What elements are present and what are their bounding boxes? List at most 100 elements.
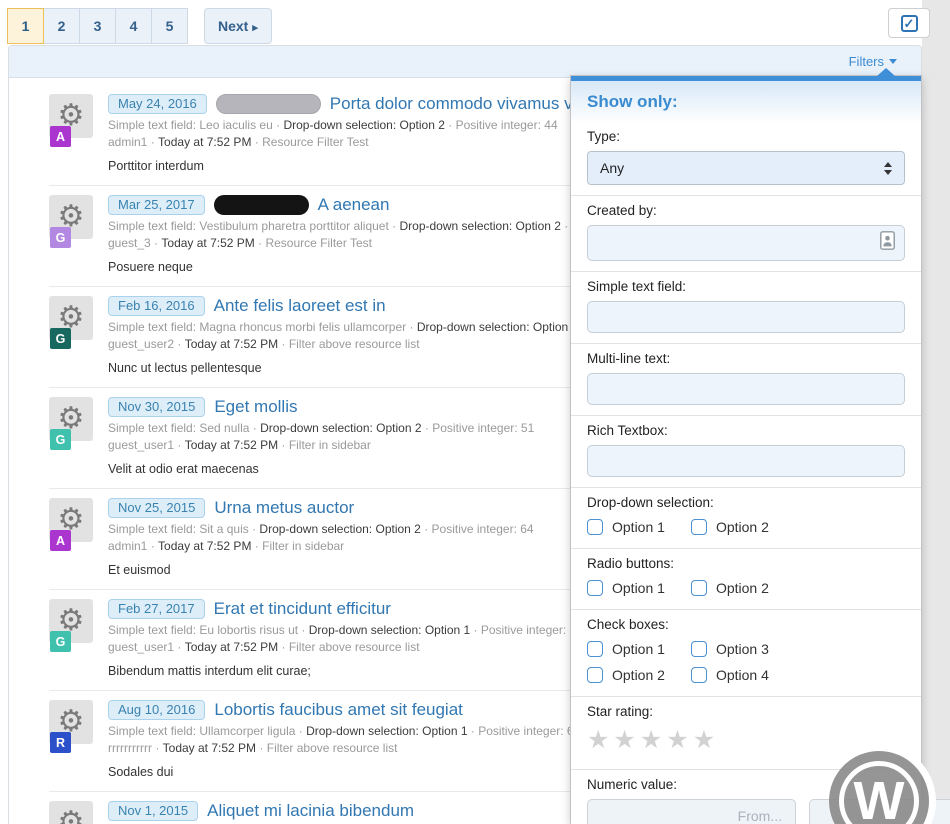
checkbox-icon[interactable] [587,641,603,657]
redacted-tag-pill [214,195,309,215]
created-by-input[interactable] [587,225,905,261]
filters-toggle-button[interactable]: Filters [849,54,897,69]
resource-title-link[interactable]: Lobortis faucibus amet sit feugiat [214,700,463,720]
simple-text-input[interactable] [587,301,905,333]
resource-settings-button[interactable]: ⚙ A [49,94,93,138]
gear-icon: ⚙ [58,808,85,824]
pagination-next-button[interactable]: Next ▸ [204,8,272,44]
checkbox-icon[interactable] [691,641,707,657]
option-label: Option 4 [716,667,769,683]
star-icon[interactable]: ★ [640,728,662,753]
dot-separator: · [448,118,452,132]
pagination-page-button[interactable]: 2 [43,8,80,44]
checkbox-option[interactable]: Option 1 [587,641,665,657]
dot-separator: · [155,741,159,755]
resource-title-link[interactable]: Ante felis laoreet est in [214,296,386,316]
multi-line-input[interactable] [587,373,905,405]
resource-settings-button[interactable]: ⚙ G [49,195,93,239]
meta-author: admin1 [108,134,147,151]
rich-text-input[interactable] [587,445,905,477]
resource-title-link[interactable]: Urna metus auctor [214,498,354,518]
pagination-page-button[interactable]: 5 [151,8,188,44]
resource-settings-button[interactable]: ⚙ A [49,498,93,542]
resource-settings-button[interactable]: ⚙ G [49,296,93,340]
filters-panel: Show only: Type: Any Created by: Simple … [570,75,922,824]
checkbox-icon[interactable] [691,667,707,683]
resource-settings-button[interactable]: ⚙ [49,801,93,824]
meta-positive-integer: Positive integer: 68 [478,723,580,740]
checkbox-icon[interactable] [587,519,603,535]
pagination: 1 2 3 4 5 [8,8,188,44]
chevron-down-icon [889,59,897,64]
resource-type-badge: G [50,328,71,349]
page-right-gutter [922,0,950,824]
meta-positive-integer: Positive integer: 64 [432,521,534,538]
select-arrows-icon [884,162,892,175]
meta-author: guest_user1 [108,639,174,656]
panel-notch [877,68,895,76]
meta-dropdown: Drop-down selection: Option 2 [283,117,444,134]
filter-section-radio: Radio buttons: Option 1 Option 2 [571,548,921,609]
star-icon[interactable]: ★ [666,728,688,753]
meta-collection: Filter above resource list [289,639,420,656]
filter-section-checkboxes: Check boxes: Option 1 Option 2 Option 3 [571,609,921,696]
checkbox-icon[interactable] [691,580,707,596]
select-resources-button[interactable]: ✓ [888,8,930,38]
star-icon[interactable]: ★ [587,728,609,753]
meta-collection: Resource Filter Test [262,134,368,151]
type-label: Type: [587,129,905,144]
radio-option[interactable]: Option 1 [587,580,665,596]
meta-dropdown: Drop-down selection: Option 1 [417,319,578,336]
dot-separator: · [253,421,257,435]
resource-settings-button[interactable]: ⚙ G [49,397,93,441]
meta-dropdown: Drop-down selection: Option 2 [259,521,420,538]
pagination-page-button[interactable]: 3 [79,8,116,44]
dropdown-option[interactable]: Option 1 [587,519,665,535]
checkbox-option[interactable]: Option 4 [691,667,769,683]
option-label: Option 2 [612,667,665,683]
resource-type-badge: G [50,631,71,652]
checkbox-option[interactable]: Option 2 [587,667,665,683]
checkbox-icon: ✓ [901,15,918,32]
star-icon[interactable]: ★ [613,728,635,753]
option-label: Option 1 [612,580,665,596]
numeric-from-input[interactable] [587,799,796,824]
dot-separator: · [281,438,285,452]
checkbox-option[interactable]: Option 3 [691,641,769,657]
checkbox-icon[interactable] [587,667,603,683]
resource-title-link[interactable]: A aenean [318,195,390,215]
dot-separator: · [252,522,256,536]
type-select-value: Any [600,160,624,176]
type-select[interactable]: Any [587,151,905,185]
checkbox-icon[interactable] [587,580,603,596]
date-badge: Nov 1, 2015 [108,801,198,821]
star-icon[interactable]: ★ [693,728,715,753]
dot-separator: · [177,438,181,452]
filter-section-type: Type: Any [571,122,921,195]
resource-title-link[interactable]: Erat et tincidunt efficitur [214,599,391,619]
meta-simple-text: Simple text field: Sed nulla [108,420,249,437]
pagination-page-button[interactable]: 4 [115,8,152,44]
meta-dropdown: Drop-down selection: Option 1 [306,723,467,740]
meta-positive-integer: Positive integer: 51 [432,420,534,437]
dot-separator: · [255,135,259,149]
filters-panel-heading: Show only: [571,81,921,122]
meta-collection: Filter above resource list [267,740,398,757]
dot-separator: · [392,219,396,233]
pagination-page-button[interactable]: 1 [7,8,44,44]
contact-picker-icon[interactable] [880,231,895,255]
dot-separator: · [409,320,413,334]
resource-title-link[interactable]: Aliquet mi lacinia bibendum [207,801,414,821]
radio-option[interactable]: Option 2 [691,580,769,596]
resource-settings-button[interactable]: ⚙ R [49,700,93,744]
resource-settings-button[interactable]: ⚙ G [49,599,93,643]
filter-section-multi-line: Multi-line text: [571,343,921,415]
dropdown-option[interactable]: Option 2 [691,519,769,535]
meta-simple-text: Simple text field: Vestibulum pharetra p… [108,218,389,235]
resource-title-link[interactable]: Eget mollis [214,397,297,417]
redacted-tag-pill [216,94,321,114]
numeric-to-input[interactable] [809,799,950,824]
checkbox-icon[interactable] [691,519,707,535]
next-label: Next [218,18,248,34]
resource-title-link[interactable]: Porta dolor commodo vivamus vitae [330,94,600,114]
